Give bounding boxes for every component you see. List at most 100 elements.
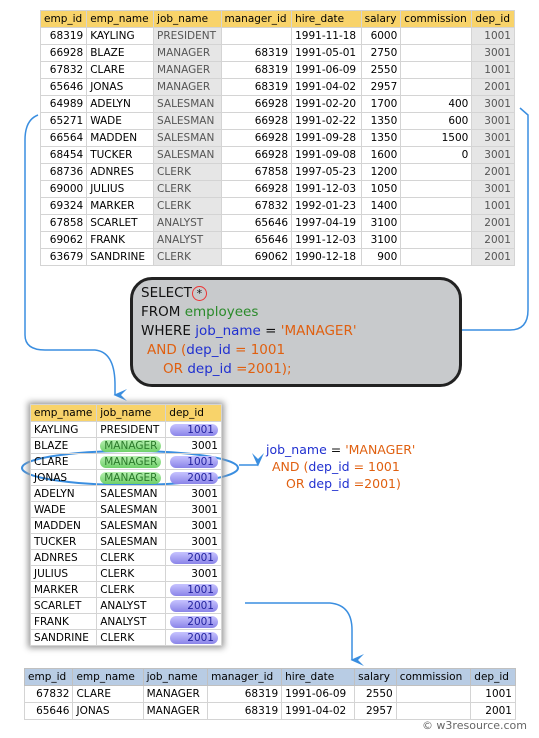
table-cell: 1991-09-28 <box>291 129 362 147</box>
table-row: BLAZE MANAGER 3001 <box>29 437 222 454</box>
table-cell: ANALYST <box>96 613 167 630</box>
table-cell: 1991-02-22 <box>291 112 362 130</box>
table-row: ADELYN SALESMAN 3001 <box>29 485 222 502</box>
job-value: SALESMAN <box>100 535 158 548</box>
cond-column: dep_id <box>308 459 350 474</box>
table-cell: ADNRES <box>29 549 98 566</box>
table-cell: 69000 <box>39 180 88 198</box>
table-cell: 1600 <box>360 146 402 164</box>
sql-or: OR <box>163 361 188 377</box>
table-cell: 2001 <box>165 469 222 486</box>
cond-or: OR <box>286 476 309 491</box>
table-row: 65271 WADE SALESMAN 66928 1991-02-22 1350 600 3… <box>39 112 515 130</box>
table-cell: MARKER <box>29 581 98 598</box>
table-cell: 65646 <box>220 231 293 249</box>
table-cell: CLERK <box>153 248 222 266</box>
dep-value: 2001 <box>170 551 218 564</box>
dep-value: 3001 <box>191 439 218 452</box>
sql-value: = 1001 <box>230 342 286 358</box>
sql-keyword: WHERE <box>141 323 191 339</box>
table-cell: 900 <box>360 248 402 266</box>
filter-table: emp_name job_name dep_id KAYLING PRESIDENT 10… <box>29 404 222 646</box>
table-cell: 3100 <box>360 231 402 249</box>
column-header: commission <box>395 668 472 686</box>
table-cell: 69324 <box>39 197 88 215</box>
table-row: SCARLET ANALYST 2001 <box>29 597 222 614</box>
dep-value: 1001 <box>170 423 218 436</box>
table-cell: 63679 <box>39 248 88 266</box>
table-cell: 68454 <box>39 146 88 164</box>
table-cell: WADE <box>29 501 98 518</box>
table-cell: 1050 <box>360 180 402 198</box>
table-cell: CLERK <box>153 180 222 198</box>
table-cell: 2001 <box>471 248 515 266</box>
cond-value: =2001) <box>349 476 401 491</box>
table-cell <box>395 685 472 703</box>
table-row: JONAS MANAGER 2001 <box>29 469 222 486</box>
dep-value: 3001 <box>191 519 218 532</box>
job-value: CLERK <box>100 567 135 580</box>
table-cell: FRANK <box>29 613 98 630</box>
table-cell: 66928 <box>220 112 293 130</box>
table-cell: CLERK <box>153 197 222 215</box>
table-cell: 1350 <box>360 112 402 130</box>
table-cell: BLAZE <box>29 437 98 454</box>
table-cell: ANALYST <box>153 231 222 249</box>
table-cell: SALESMAN <box>96 485 167 502</box>
job-value: MANAGER <box>100 439 162 452</box>
table-cell <box>220 27 293 45</box>
table-cell: 68736 <box>39 163 88 181</box>
table-cell: 68319 <box>220 61 293 79</box>
column-header: manager_id <box>207 668 283 686</box>
table-cell: 65646 <box>220 214 293 232</box>
job-value: SALESMAN <box>100 487 158 500</box>
table-cell: MANAGER <box>96 453 167 470</box>
sql-value: =2001); <box>231 361 292 377</box>
table-cell: 2750 <box>360 44 402 62</box>
table-cell: MARKER <box>86 197 155 215</box>
table-cell: 1991-02-20 <box>291 95 362 113</box>
table-cell: MANAGER <box>153 61 222 79</box>
table-cell: 2001 <box>165 549 222 566</box>
table-cell: FRANK <box>86 231 155 249</box>
table-cell <box>395 702 472 720</box>
sql-column: job_name <box>195 323 261 339</box>
table-cell: TUCKER <box>86 146 155 164</box>
watermark: © w3resource.com <box>421 719 527 732</box>
table-cell: SALESMAN <box>153 146 222 164</box>
table-cell: 600 <box>400 112 473 130</box>
column-header: job_name <box>153 10 222 28</box>
table-cell: 2001 <box>471 214 515 232</box>
table-cell <box>400 78 473 96</box>
column-header: emp_name <box>72 668 144 686</box>
column-header: job_name <box>142 668 209 686</box>
table-cell <box>400 197 473 215</box>
table-cell: CLERK <box>96 581 167 598</box>
cond-column: dep_id <box>308 476 350 491</box>
table-cell: 68319 <box>220 44 293 62</box>
table-cell: 3001 <box>165 565 222 582</box>
sql-keyword: SELECT <box>141 285 192 301</box>
table-cell: SALESMAN <box>96 517 167 534</box>
dep-value: 2001 <box>170 599 218 612</box>
table-cell: 2957 <box>360 78 402 96</box>
table-cell: SANDRINE <box>86 248 155 266</box>
table-row: 68736 ADNRES CLERK 67858 1997-05-23 1200 2001 <box>39 163 515 181</box>
table-cell: 0 <box>400 146 473 164</box>
table-cell: 1990-12-18 <box>291 248 362 266</box>
table-row: JULIUS CLERK 3001 <box>29 565 222 582</box>
table-cell <box>400 214 473 232</box>
table-cell: MADDEN <box>86 129 155 147</box>
table-cell: 69062 <box>39 231 88 249</box>
table-cell: 1350 <box>360 129 402 147</box>
table-cell: 1001 <box>165 453 222 470</box>
table-cell: SANDRINE <box>29 629 98 646</box>
table-cell: 3001 <box>471 112 515 130</box>
table-cell: 1991-06-09 <box>291 61 362 79</box>
table-cell: 1997-04-19 <box>291 214 362 232</box>
sql-value: 'MANAGER' <box>280 323 357 339</box>
job-value: CLERK <box>100 583 135 596</box>
table-cell: 67832 <box>39 61 88 79</box>
column-header: dep_id <box>470 668 516 686</box>
table-cell: 1997-05-23 <box>291 163 362 181</box>
